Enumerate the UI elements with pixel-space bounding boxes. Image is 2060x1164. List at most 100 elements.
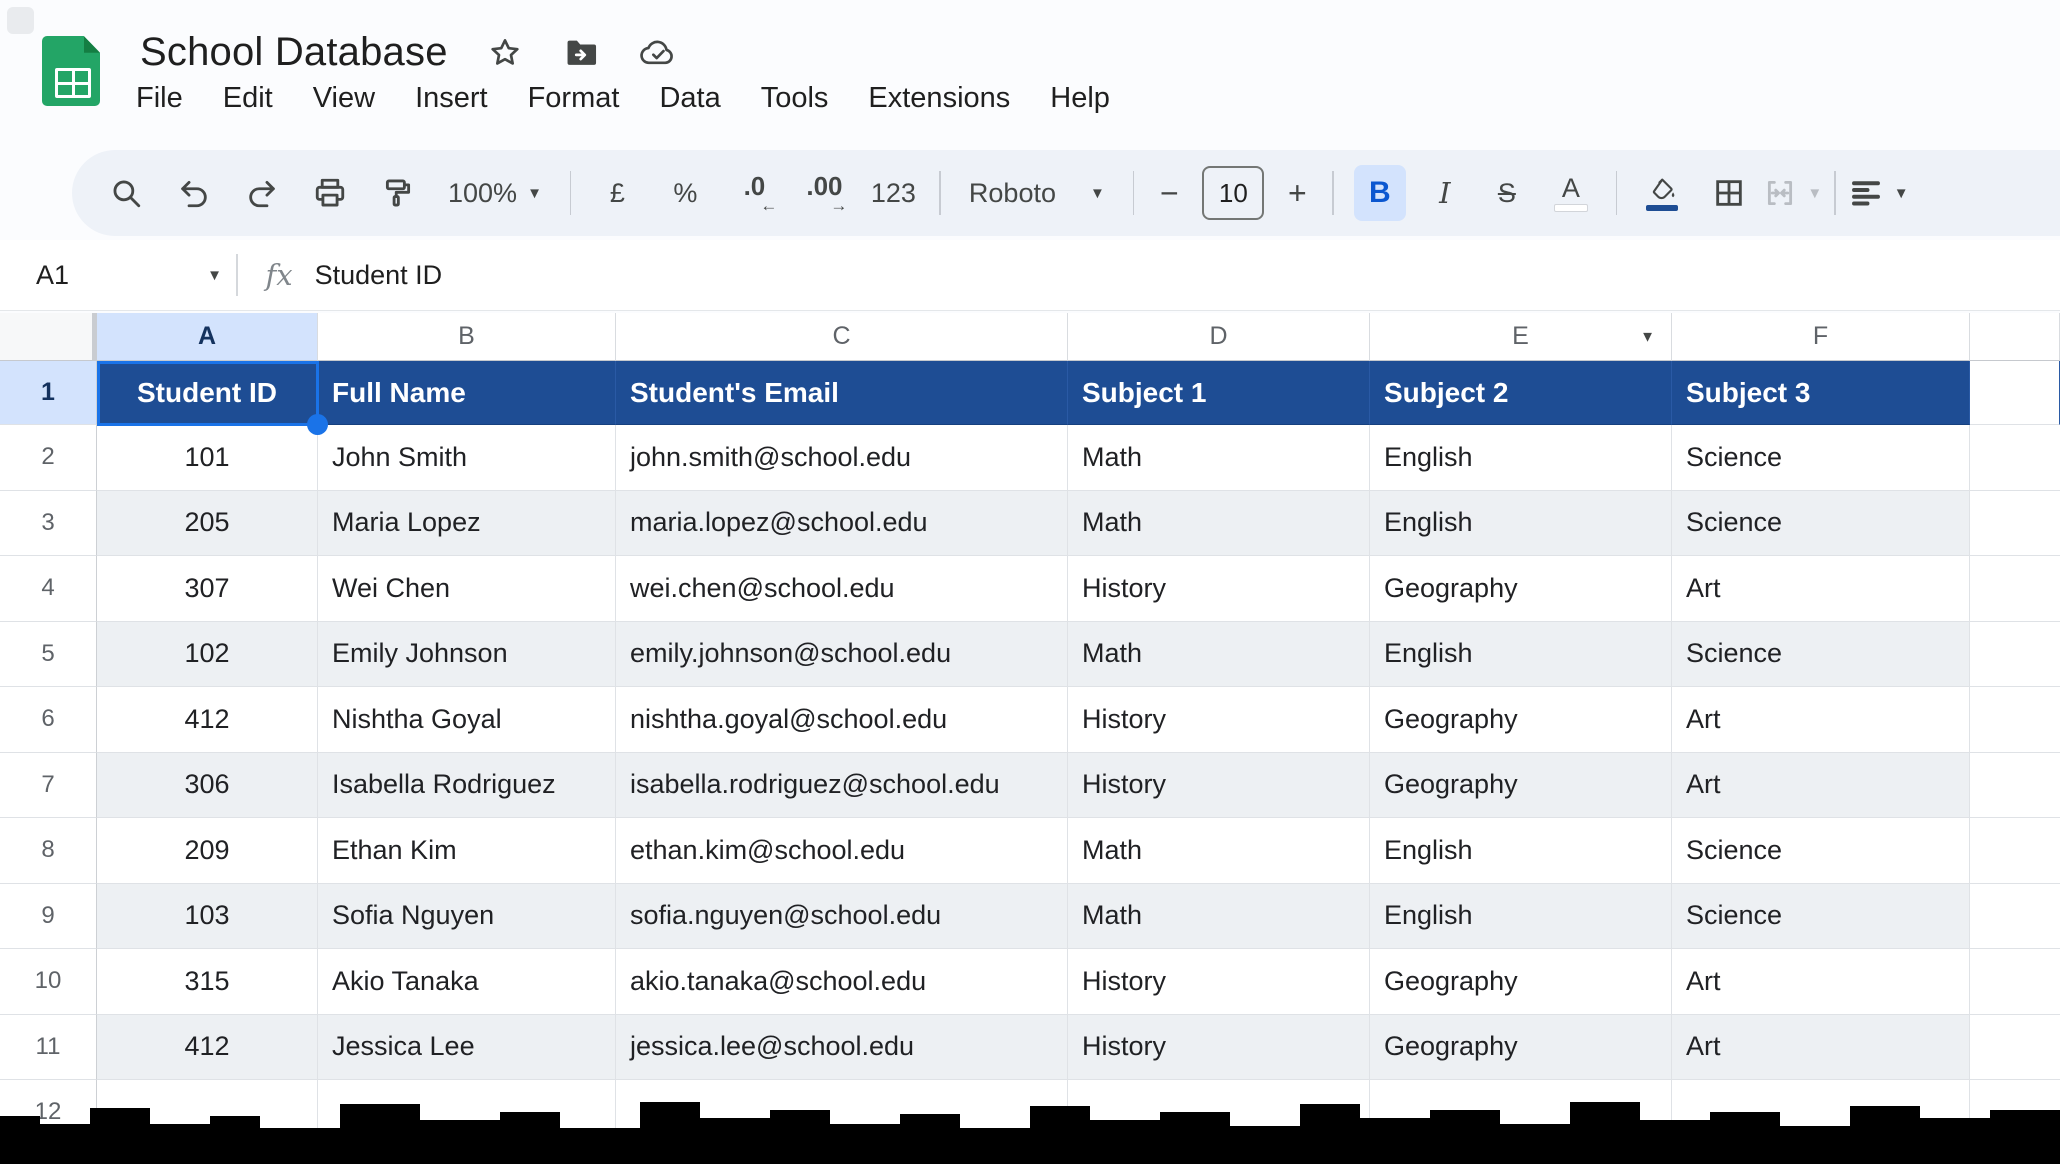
cell-B5[interactable]: Emily Johnson <box>318 621 616 687</box>
percent-format-button[interactable]: % <box>651 164 719 222</box>
strikethrough-button[interactable]: S <box>1476 178 1538 209</box>
cell-E3[interactable]: English <box>1370 490 1672 556</box>
cell-F11[interactable]: Art <box>1672 1014 1970 1080</box>
cell-B1[interactable]: Full Name <box>318 361 616 425</box>
cell-D8[interactable]: Math <box>1068 818 1370 884</box>
cell-B7[interactable]: Isabella Rodriguez <box>318 752 616 818</box>
formula-input[interactable]: Student ID <box>315 260 443 291</box>
cell-F9[interactable]: Science <box>1672 883 1970 949</box>
row-header-3[interactable]: 3 <box>0 490 97 556</box>
cell-E11[interactable]: Geography <box>1370 1014 1672 1080</box>
decrease-font-size-button[interactable]: − <box>1146 175 1192 212</box>
cell-B3[interactable]: Maria Lopez <box>318 490 616 556</box>
cell-B10[interactable]: Akio Tanaka <box>318 949 616 1015</box>
cell-D7[interactable]: History <box>1068 752 1370 818</box>
cell-B4[interactable]: Wei Chen <box>318 556 616 622</box>
cell-B9[interactable]: Sofia Nguyen <box>318 883 616 949</box>
menu-insert[interactable]: Insert <box>415 82 488 115</box>
row-header-8[interactable]: 8 <box>0 818 97 884</box>
cell-D3[interactable]: Math <box>1068 490 1370 556</box>
cell-C10[interactable]: akio.tanaka@school.edu <box>616 949 1068 1015</box>
fill-color-button[interactable] <box>1629 176 1695 211</box>
cell-C11[interactable]: jessica.lee@school.edu <box>616 1014 1068 1080</box>
row-header-2[interactable]: 2 <box>0 425 97 491</box>
menu-tools[interactable]: Tools <box>761 82 829 115</box>
redo-icon[interactable] <box>228 164 296 222</box>
cell-D5[interactable]: Math <box>1068 621 1370 687</box>
cell-C6[interactable]: nishtha.goyal@school.edu <box>616 687 1068 753</box>
cell-D1[interactable]: Subject 1 <box>1068 361 1370 425</box>
currency-format-button[interactable]: £ <box>583 164 651 222</box>
menu-format[interactable]: Format <box>528 82 620 115</box>
cell-F4[interactable]: Art <box>1672 556 1970 622</box>
menu-extensions[interactable]: Extensions <box>868 82 1010 115</box>
font-size-input[interactable]: 10 <box>1202 166 1265 220</box>
row-header-11[interactable]: 11 <box>0 1014 97 1080</box>
row-header-7[interactable]: 7 <box>0 752 97 818</box>
cell-E10[interactable]: Geography <box>1370 949 1672 1015</box>
cloud-check-icon[interactable] <box>638 34 676 72</box>
cell-E1[interactable]: Subject 2 <box>1370 361 1672 425</box>
search-icon[interactable] <box>92 164 160 222</box>
row-header-1[interactable]: 1 <box>0 361 97 425</box>
row-header-6[interactable]: 6 <box>0 687 97 753</box>
cell-D2[interactable]: Math <box>1068 425 1370 491</box>
cell-E7[interactable]: Geography <box>1370 752 1672 818</box>
menu-data[interactable]: Data <box>659 82 720 115</box>
move-folder-icon[interactable] <box>562 34 600 72</box>
column-header-F[interactable]: F <box>1672 313 1970 361</box>
horizontal-align-button[interactable]: ▼ <box>1848 175 1909 211</box>
cell-A1[interactable]: Student ID <box>97 361 318 425</box>
column-header-D[interactable]: D <box>1068 313 1370 361</box>
undo-icon[interactable] <box>160 164 228 222</box>
row-header-10[interactable]: 10 <box>0 949 97 1015</box>
cell-A7[interactable]: 306 <box>97 752 318 818</box>
name-box[interactable]: A1 ▼ <box>0 260 236 291</box>
cell-A4[interactable]: 307 <box>97 556 318 622</box>
bold-button[interactable]: B <box>1353 165 1406 221</box>
borders-icon[interactable] <box>1695 164 1763 222</box>
increase-font-size-button[interactable]: + <box>1274 175 1320 212</box>
cell-F7[interactable]: Art <box>1672 752 1970 818</box>
cell-F2[interactable]: Science <box>1672 425 1970 491</box>
cell-A9[interactable]: 103 <box>97 883 318 949</box>
cell-D6[interactable]: History <box>1068 687 1370 753</box>
cell-B11[interactable]: Jessica Lee <box>318 1014 616 1080</box>
cell-F10[interactable]: Art <box>1672 949 1970 1015</box>
cell-A5[interactable]: 102 <box>97 621 318 687</box>
font-select[interactable]: Roboto ▼ <box>953 178 1121 209</box>
merge-cells-button[interactable]: ▼ <box>1763 176 1822 210</box>
cell-B8[interactable]: Ethan Kim <box>318 818 616 884</box>
cell-F8[interactable]: Science <box>1672 818 1970 884</box>
row-header-4[interactable]: 4 <box>0 556 97 622</box>
menu-view[interactable]: View <box>313 82 375 115</box>
cell-B6[interactable]: Nishtha Goyal <box>318 687 616 753</box>
row-header-5[interactable]: 5 <box>0 621 97 687</box>
star-icon[interactable] <box>486 34 524 72</box>
cell-A10[interactable]: 315 <box>97 949 318 1015</box>
column-header-B[interactable]: B <box>318 313 616 361</box>
text-color-button[interactable]: A <box>1538 173 1604 213</box>
cell-E4[interactable]: Geography <box>1370 556 1672 622</box>
column-header-E[interactable]: E ▼ <box>1370 313 1672 361</box>
cell-E8[interactable]: English <box>1370 818 1672 884</box>
cell-C4[interactable]: wei.chen@school.edu <box>616 556 1068 622</box>
menu-file[interactable]: File <box>136 82 183 115</box>
cell-D4[interactable]: History <box>1068 556 1370 622</box>
cell-C2[interactable]: john.smith@school.edu <box>616 425 1068 491</box>
cell-F1[interactable]: Subject 3 <box>1672 361 1970 425</box>
sheets-logo[interactable] <box>42 36 100 106</box>
decrease-decimal-button[interactable]: .0 ← <box>719 173 789 214</box>
cell-E9[interactable]: English <box>1370 883 1672 949</box>
cell-E5[interactable]: English <box>1370 621 1672 687</box>
column-header-C[interactable]: C <box>616 313 1068 361</box>
doc-title[interactable]: School Database <box>140 30 448 75</box>
cell-D9[interactable]: Math <box>1068 883 1370 949</box>
cell-C5[interactable]: emily.johnson@school.edu <box>616 621 1068 687</box>
paint-format-icon[interactable] <box>364 164 432 222</box>
zoom-select[interactable]: 100% ▼ <box>432 178 558 209</box>
row-header-9[interactable]: 9 <box>0 883 97 949</box>
cell-C1[interactable]: Student's Email <box>616 361 1068 425</box>
cell-C3[interactable]: maria.lopez@school.edu <box>616 490 1068 556</box>
cell-C9[interactable]: sofia.nguyen@school.edu <box>616 883 1068 949</box>
